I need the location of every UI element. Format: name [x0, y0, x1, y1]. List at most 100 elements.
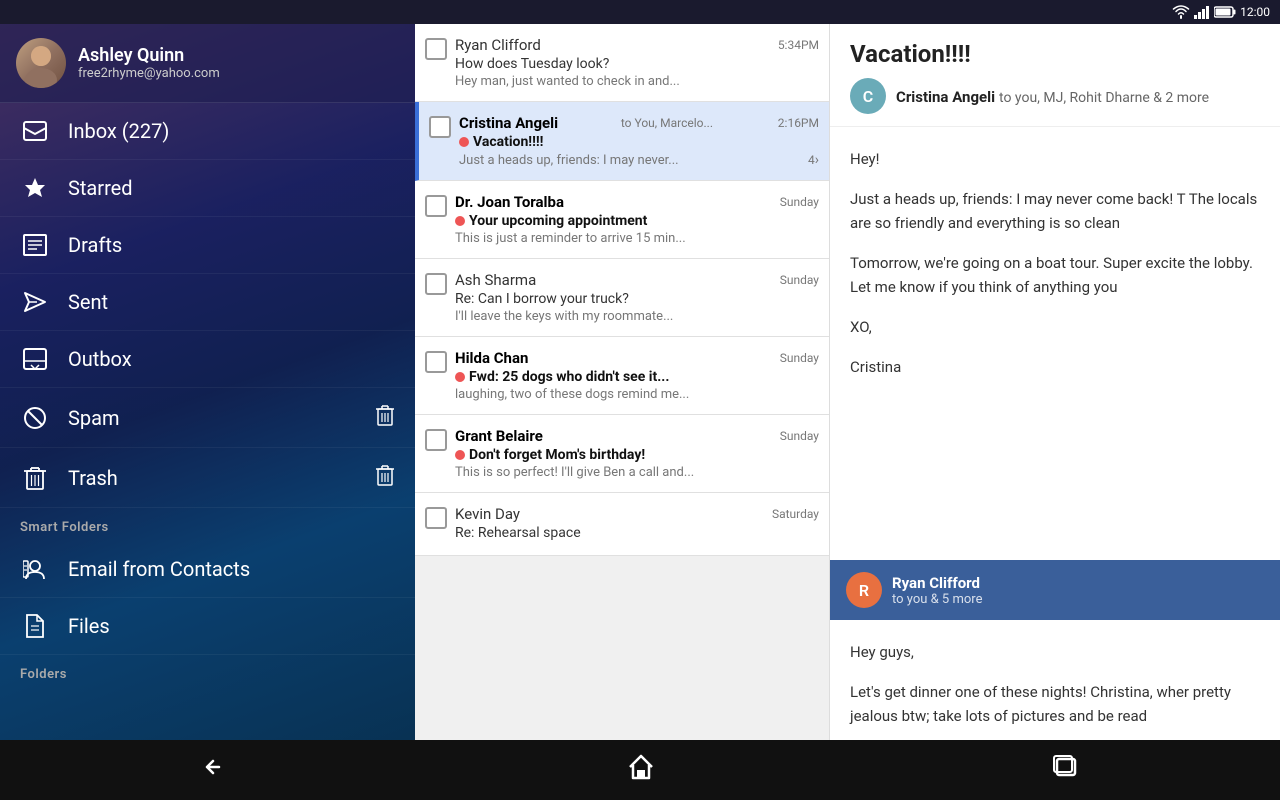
inbox-icon: [20, 121, 50, 141]
star-icon: [20, 176, 50, 200]
email-thread-2: 4 ›: [808, 152, 819, 168]
email-body-7: Kevin Day Saturday Re: Rehearsal space: [455, 505, 819, 543]
email-preview-1: Hey man, just wanted to check in and...: [455, 74, 819, 89]
email-preview-5: laughing, two of these dogs remind me...: [455, 387, 819, 402]
sent-icon: [20, 291, 50, 313]
email-sender-7: Kevin Day: [455, 505, 520, 523]
sidebar-item-spam[interactable]: Spam: [0, 388, 415, 448]
status-icons: 12:00: [1172, 5, 1270, 19]
email-subject-5: Fwd: 25 dogs who didn't see it...: [455, 369, 819, 385]
sidebar-item-outbox[interactable]: Outbox: [0, 331, 415, 388]
body-text-1: Just a heads up, friends: I may never co…: [850, 187, 1260, 235]
email-checkbox-7[interactable]: [425, 507, 447, 529]
sidebar-item-trash[interactable]: Trash: [0, 448, 415, 508]
greeting-1: Hey!: [850, 147, 1260, 171]
email-time-6: Sunday: [780, 429, 819, 443]
cristina-avatar: C: [850, 78, 886, 114]
nav-items: Inbox (227) Starred: [0, 103, 415, 764]
home-button[interactable]: [607, 745, 675, 795]
email-body-3: Dr. Joan Toralba Sunday Your upcoming ap…: [455, 193, 819, 246]
email-preview-4: I'll leave the keys with my roommate...: [455, 309, 819, 324]
starred-label: Starred: [68, 176, 395, 200]
email-preview-6: This is so perfect! I'll give Ben a call…: [455, 465, 819, 480]
recent-apps-button[interactable]: [1033, 747, 1101, 793]
email-time-7: Saturday: [772, 507, 819, 521]
trash-trash-icon[interactable]: [375, 464, 395, 491]
email-body-2: Cristina Angeli to You, Marcelo... 2:16P…: [459, 114, 819, 168]
user-info: Ashley Quinn free2rhyme@yahoo.com: [78, 45, 220, 81]
email-checkbox-2[interactable]: [429, 116, 451, 138]
outbox-icon: [20, 348, 50, 370]
user-name: Ashley Quinn: [78, 45, 220, 66]
sidebar-item-email-from-contacts[interactable]: Email from Contacts: [0, 541, 415, 598]
email-time-3: Sunday: [780, 195, 819, 209]
email-body-4: Ash Sharma Sunday Re: Can I borrow your …: [455, 271, 819, 324]
email-item-7[interactable]: Kevin Day Saturday Re: Rehearsal space: [415, 493, 829, 556]
avatar: [16, 38, 66, 88]
greeting-2: Hey guys,: [850, 640, 1260, 664]
email-time-5: Sunday: [780, 351, 819, 365]
thread-from-name: Ryan Clifford: [892, 574, 982, 592]
spam-trash-icon[interactable]: [375, 404, 395, 431]
email-preview-2: Just a heads up, friends: I may never...: [459, 153, 679, 168]
email-item-3[interactable]: Dr. Joan Toralba Sunday Your upcoming ap…: [415, 181, 829, 259]
email-sender-5: Hilda Chan: [455, 349, 528, 367]
email-list: Ryan Clifford 5:34PM How does Tuesday lo…: [415, 24, 830, 764]
status-bar: 12:00: [0, 0, 1280, 24]
thread-separator: R Ryan Clifford to you & 5 more: [830, 560, 1280, 620]
user-header[interactable]: Ashley Quinn free2rhyme@yahoo.com: [0, 24, 415, 103]
email-sender-6: Grant Belaire: [455, 427, 543, 445]
email-time-4: Sunday: [780, 273, 819, 287]
ryan-avatar: R: [846, 572, 882, 608]
email-sender-4: Ash Sharma: [455, 271, 536, 289]
folders-header: Folders: [0, 655, 415, 688]
email-checkbox-3[interactable]: [425, 195, 447, 217]
email-item-5[interactable]: Hilda Chan Sunday Fwd: 25 dogs who didn'…: [415, 337, 829, 415]
wifi-icon: [1172, 5, 1190, 19]
email-checkbox-6[interactable]: [425, 429, 447, 451]
email-item-2[interactable]: Cristina Angeli to You, Marcelo... 2:16P…: [415, 102, 829, 181]
email-checkbox-5[interactable]: [425, 351, 447, 373]
sent-label: Sent: [68, 290, 395, 314]
email-checkbox-1[interactable]: [425, 38, 447, 60]
email-subject-4: Re: Can I borrow your truck?: [455, 291, 819, 307]
email-checkbox-4[interactable]: [425, 273, 447, 295]
email-detail-meta: C Cristina Angeli to you, MJ, Rohit Dhar…: [850, 78, 1260, 114]
files-label: Files: [68, 614, 395, 638]
email-sender-1: Ryan Clifford: [455, 36, 541, 54]
email-subject-2: Vacation!!!!: [459, 134, 819, 150]
email-subject-1: How does Tuesday look?: [455, 56, 819, 72]
sidebar-item-drafts[interactable]: Drafts: [0, 217, 415, 274]
email-time-1: 5:34PM: [778, 38, 819, 52]
email-detail-header: Vacation!!!! C Cristina Angeli to you, M…: [830, 24, 1280, 127]
body-text-3: Let's get dinner one of these nights! Ch…: [850, 680, 1260, 728]
trash-nav-icon: [20, 466, 50, 490]
email-detail-body-1: Hey! Just a heads up, friends: I may nev…: [830, 127, 1280, 560]
email-sender-2: Cristina Angeli: [459, 114, 558, 132]
email-detail: Vacation!!!! C Cristina Angeli to you, M…: [830, 24, 1280, 764]
spam-label: Spam: [68, 406, 375, 430]
drafts-icon: [20, 234, 50, 256]
smart-folders-header: Smart Folders: [0, 508, 415, 541]
email-time-2: 2:16PM: [778, 116, 819, 130]
sidebar-item-sent[interactable]: Sent: [0, 274, 415, 331]
signature-1: Cristina: [850, 355, 1260, 379]
email-from-contacts-label: Email from Contacts: [68, 557, 395, 581]
sidebar-item-inbox[interactable]: Inbox (227): [0, 103, 415, 160]
email-detail-title: Vacation!!!!: [850, 40, 1260, 68]
thread-to-recipients: to you & 5 more: [892, 592, 982, 607]
email-item-1[interactable]: Ryan Clifford 5:34PM How does Tuesday lo…: [415, 24, 829, 102]
drafts-label: Drafts: [68, 233, 395, 257]
email-item-6[interactable]: Grant Belaire Sunday Don't forget Mom's …: [415, 415, 829, 493]
sidebar: Ashley Quinn free2rhyme@yahoo.com I: [0, 24, 415, 764]
trash-label: Trash: [68, 466, 375, 490]
clock: 12:00: [1240, 5, 1270, 19]
to-recipients: to you, MJ, Rohit Dharne & 2 more: [999, 90, 1209, 106]
sidebar-item-starred[interactable]: Starred: [0, 160, 415, 217]
signal-icon: [1194, 5, 1210, 19]
from-name: Cristina Angeli: [896, 88, 995, 106]
email-item-4[interactable]: Ash Sharma Sunday Re: Can I borrow your …: [415, 259, 829, 337]
files-icon: [20, 614, 50, 638]
user-email: free2rhyme@yahoo.com: [78, 66, 220, 81]
sidebar-item-files[interactable]: Files: [0, 598, 415, 655]
